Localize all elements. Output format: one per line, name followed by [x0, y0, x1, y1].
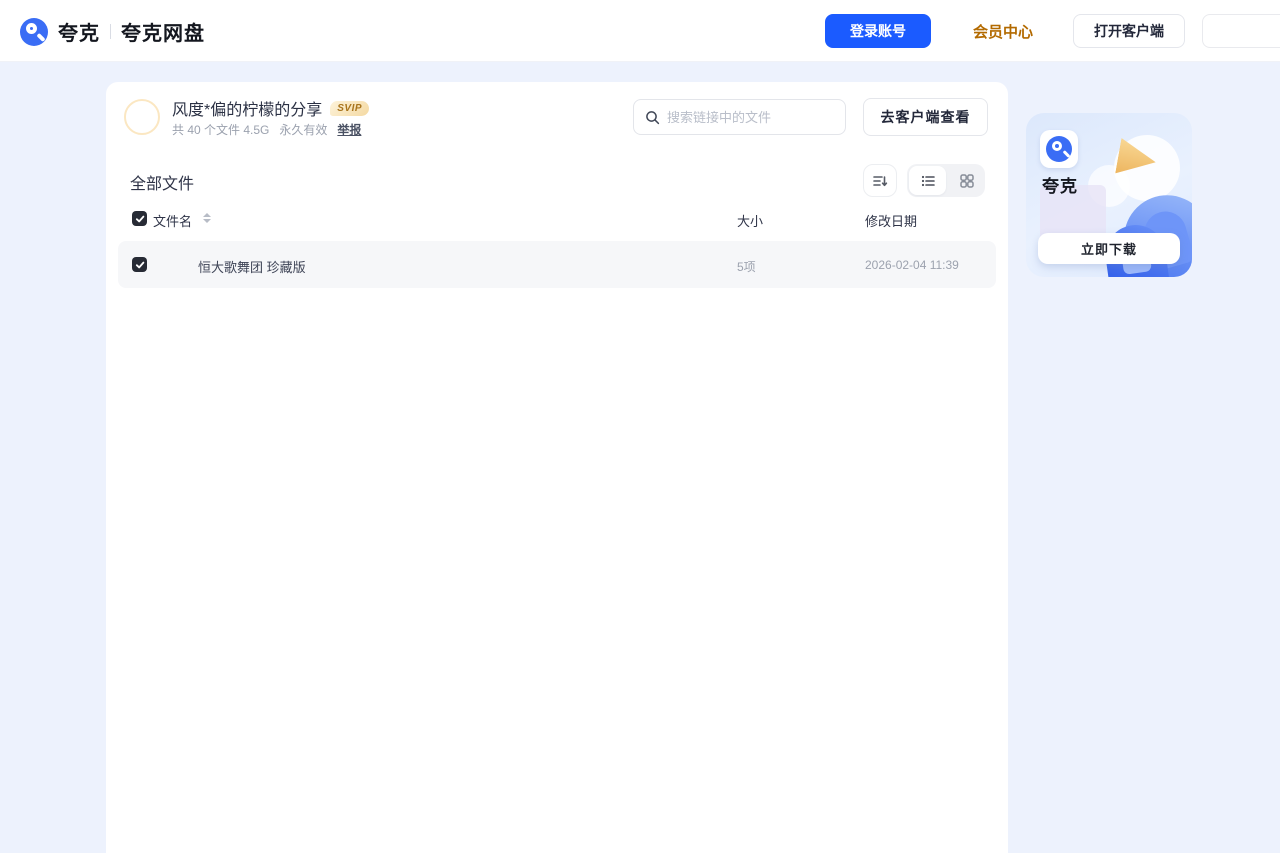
svip-badge: SVIP — [330, 100, 370, 116]
grid-view-button[interactable] — [948, 164, 985, 197]
file-name[interactable]: 恒大歌舞团 珍藏版 — [198, 257, 306, 276]
check-icon — [135, 261, 144, 268]
share-title: 风度*偏的柠檬的分享 — [172, 102, 323, 119]
name-sort-carets-icon[interactable] — [203, 213, 211, 223]
promo-app-name: 夸克 — [1042, 177, 1078, 196]
app-download-promo-card[interactable]: 夸克 立即下载 — [1026, 113, 1192, 277]
share-meta-validity: 永久有效 — [279, 123, 328, 137]
file-table-header: 文件名 大小 修改日期 — [106, 206, 1008, 238]
column-header-name[interactable]: 文件名 — [153, 211, 192, 230]
column-header-size: 大小 — [737, 214, 764, 229]
top-header: 夸克 夸克网盘 登录账号 会员中心 打开客户端 — [0, 0, 1280, 62]
brand-divider — [110, 24, 111, 39]
quark-logo-icon — [20, 17, 48, 46]
select-all-checkbox[interactable] — [132, 211, 147, 226]
brand-name: 夸克 — [58, 23, 100, 45]
share-meta-files: 共 40 个文件 4.5G — [172, 123, 270, 137]
sharer-avatar — [124, 99, 160, 135]
row-checkbox[interactable] — [132, 257, 147, 272]
report-link[interactable]: 举报 — [337, 121, 361, 138]
product-name: 夸克网盘 — [121, 23, 205, 45]
search-box[interactable] — [633, 99, 846, 135]
view-mode-toggle — [907, 164, 985, 197]
quark-logo-icon — [1046, 136, 1072, 162]
search-icon — [646, 110, 660, 124]
goto-client-button[interactable]: 去客户端查看 — [863, 98, 988, 136]
share-content-card: 风度*偏的柠檬的分享 SVIP 共 40 个文件 4.5G 永久有效 举报 去客… — [106, 82, 1008, 853]
check-icon — [135, 215, 144, 222]
list-view-icon — [921, 175, 935, 186]
all-files-title: 全部文件 — [130, 176, 195, 193]
sort-order-icon — [873, 175, 888, 186]
list-view-button[interactable] — [909, 166, 946, 195]
quark-share-page: 夸克 夸克网盘 登录账号 会员中心 打开客户端 风度*偏的柠檬的分享 SVIP … — [0, 0, 1280, 853]
file-row[interactable]: 恒大歌舞团 珍藏版 5项 2026-02-04 11:39 — [118, 241, 996, 288]
quark-app-icon — [1040, 130, 1078, 168]
column-header-date: 修改日期 — [865, 214, 918, 229]
header-extra-button[interactable] — [1202, 14, 1280, 48]
sort-order-button[interactable] — [863, 164, 897, 197]
login-button[interactable]: 登录账号 — [825, 14, 931, 48]
file-date: 2026-02-04 11:39 — [865, 258, 959, 272]
share-title-row: 风度*偏的柠檬的分享 SVIP — [172, 96, 370, 120]
download-now-button[interactable]: 立即下载 — [1038, 233, 1180, 264]
brand: 夸克 夸克网盘 — [20, 17, 205, 46]
share-meta: 共 40 个文件 4.5G 永久有效 举报 — [172, 121, 361, 138]
grid-view-icon — [959, 173, 974, 188]
search-input[interactable] — [667, 109, 827, 125]
open-client-button[interactable]: 打开客户端 — [1073, 14, 1185, 48]
file-size: 5项 — [737, 260, 756, 274]
member-center-link[interactable]: 会员中心 — [973, 21, 1033, 42]
